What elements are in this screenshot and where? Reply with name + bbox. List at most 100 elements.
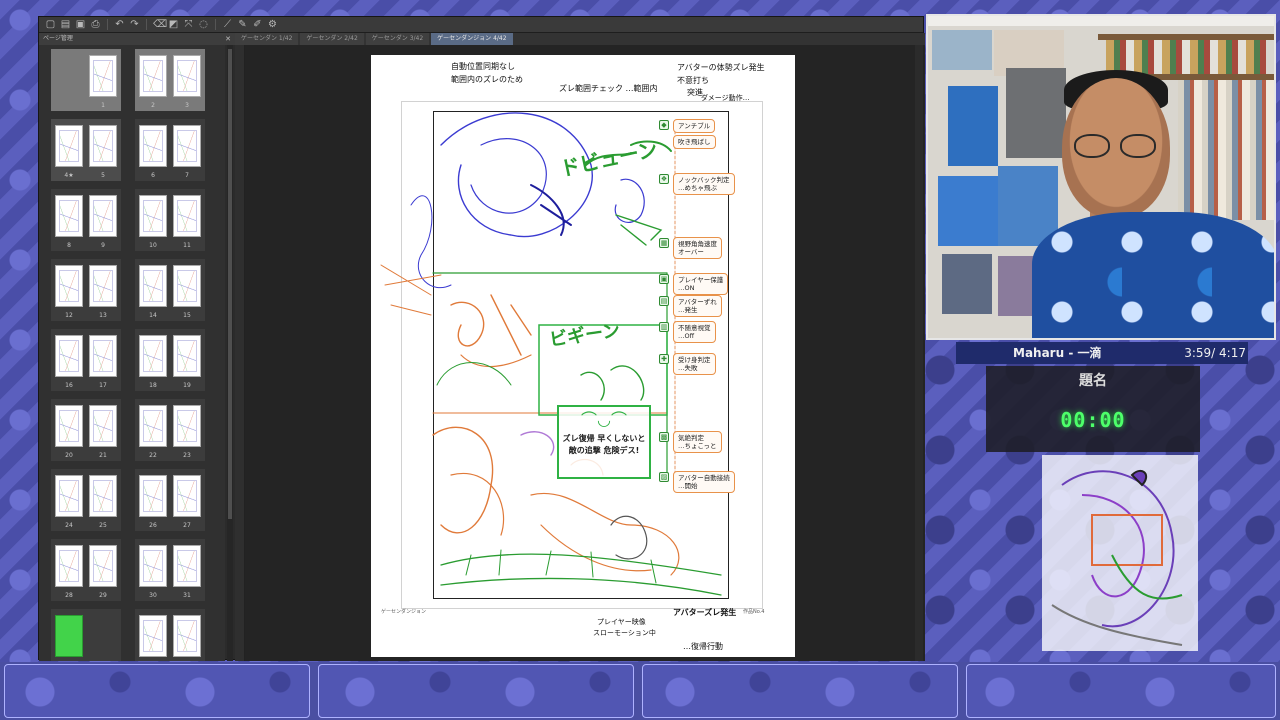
page-thumbnail[interactable] — [89, 195, 117, 237]
page-thumbnail[interactable] — [89, 265, 117, 307]
page-thumbnail[interactable] — [89, 125, 117, 167]
page-thumbnail-list: 1 2 3 4★ 5 6 7 8 9 10 11 12 13 14 15 16 17 18 19 20 21 22 23 24… — [39, 45, 225, 661]
page-spread[interactable]: 4★ 5 — [51, 119, 121, 181]
track-title: Maharu - 一滴 — [1013, 346, 1102, 360]
ruler-icon[interactable]: ⟋ — [222, 19, 233, 30]
page-thumbnail[interactable] — [139, 195, 167, 237]
settings-icon[interactable]: ⚙ — [267, 19, 278, 30]
page-manager-label: ページ管理 — [43, 35, 73, 42]
new-file-icon[interactable]: ▢ — [45, 19, 56, 30]
annotation-icon: ▤ — [659, 296, 669, 306]
page-thumbnail[interactable] — [55, 475, 83, 517]
clear-icon[interactable]: ⌫ — [153, 19, 167, 30]
page-thumbnail[interactable] — [139, 335, 167, 377]
page-thumbnail[interactable] — [89, 405, 117, 447]
page-manager-tab[interactable]: ページ管理 ✕ — [39, 33, 235, 45]
document-tab[interactable]: ゲーセンダン 2/42 — [300, 33, 364, 45]
page-footer-right: 作品No.4 — [743, 609, 765, 615]
page-thumbnail[interactable] — [89, 475, 117, 517]
page-thumbnail[interactable] — [139, 405, 167, 447]
manuscript-page[interactable]: 自動位置同期なし 範囲内のズレのため ズレ範囲チェック …範囲内 アバターの体勢… — [371, 55, 795, 657]
open-file-icon[interactable]: ▤ — [60, 19, 71, 30]
page-thumbnail[interactable] — [173, 55, 201, 97]
page-thumbnail[interactable] — [173, 265, 201, 307]
page-spread[interactable] — [135, 609, 205, 661]
annotation-note: ノックバック判定 …めちゃ飛ぶ — [673, 173, 735, 195]
document-tab[interactable]: ゲーセンダン 1/42 — [235, 33, 299, 45]
undo-icon[interactable]: ↶ — [114, 19, 125, 30]
pen-icon[interactable]: ✎ — [237, 19, 248, 30]
annotation-icon: ✚ — [659, 354, 669, 364]
canvas-area[interactable]: 自動位置同期なし 範囲内のズレのため ズレ範囲チェック …範囲内 アバターの体勢… — [245, 45, 925, 661]
page-thumbnail[interactable] — [139, 615, 167, 657]
page-spread[interactable]: 89 — [51, 189, 121, 251]
page-spread[interactable]: 18 19 — [135, 329, 205, 391]
footer-panel — [4, 664, 310, 718]
page-thumbnail[interactable] — [139, 55, 167, 97]
page-thumbnail[interactable] — [89, 335, 117, 377]
page-thumbnail[interactable] — [55, 615, 83, 657]
page-spread[interactable]: 28 29 — [51, 539, 121, 601]
page-thumbnail[interactable] — [55, 545, 83, 587]
page-number-label: 5 — [101, 172, 105, 179]
page-number-label: 6 — [151, 172, 155, 179]
page-spread[interactable]: 24 25 — [51, 469, 121, 531]
page-thumbnail[interactable] — [173, 615, 201, 657]
page-number-label: 27 — [183, 522, 191, 529]
page-thumbnail[interactable] — [173, 335, 201, 377]
page-thumbnail[interactable] — [173, 475, 201, 517]
page-thumbnail[interactable] — [173, 545, 201, 587]
page-spread[interactable]: 20 21 — [51, 399, 121, 461]
page-spread[interactable]: 1 — [51, 49, 121, 111]
page-number-label: 23 — [183, 452, 191, 459]
timer-value: 00:00 — [1060, 408, 1126, 432]
deselect-icon[interactable]: ◌ — [198, 19, 209, 30]
page-spread[interactable]: 26 27 — [135, 469, 205, 531]
document-tab[interactable]: ゲーセンダンジョン 4/42 — [431, 33, 513, 45]
page-spread[interactable]: 67 — [135, 119, 205, 181]
page-spread[interactable]: 23 — [135, 49, 205, 111]
page-thumbnail[interactable] — [173, 195, 201, 237]
page-spread[interactable]: 12 13 — [51, 259, 121, 321]
page-number-label: 14 — [149, 312, 157, 319]
page-number-label: 7 — [185, 172, 189, 179]
page-spread[interactable]: 16 17 — [51, 329, 121, 391]
page-thumbnail[interactable] — [55, 195, 83, 237]
close-icon[interactable]: ✕ — [225, 33, 231, 45]
redo-icon[interactable]: ↷ — [129, 19, 140, 30]
transform-icon[interactable]: ⤧ — [183, 19, 194, 30]
page-thumbnail[interactable] — [173, 125, 201, 167]
brush-icon[interactable]: ✐ — [252, 19, 263, 30]
save-icon[interactable]: ▣ — [75, 19, 86, 30]
page-thumbnail[interactable] — [89, 545, 117, 587]
page-thumbnail[interactable] — [55, 335, 83, 377]
canvas-scrollbar[interactable] — [915, 45, 923, 661]
page-spread[interactable]: 22 23 — [135, 399, 205, 461]
toolbar-divider — [107, 19, 108, 30]
annotation-icon: ▨ — [659, 472, 669, 482]
page-spread[interactable]: 14 15 — [135, 259, 205, 321]
blank-page-slot — [55, 55, 83, 97]
page-thumbnail[interactable] — [55, 265, 83, 307]
page-thumbnail[interactable] — [173, 405, 201, 447]
page-thumbnail[interactable] — [89, 55, 117, 97]
page-thumbnail[interactable] — [139, 125, 167, 167]
document-tab[interactable]: ゲーセンダン 3/42 — [365, 33, 430, 45]
annotation-note: アバター自動接続 …開始 — [673, 471, 735, 493]
page-number-label: 30 — [149, 592, 157, 599]
page-spread[interactable] — [51, 609, 121, 661]
page-thumbnail[interactable] — [139, 545, 167, 587]
annotation-note: 吹き飛ばし — [673, 135, 716, 149]
document-tabs: ゲーセンダン 1/42 ゲーセンダン 2/42 ゲーセンダン 3/42 ゲーセンダンジ… — [235, 33, 925, 45]
page-thumbnail[interactable] — [55, 405, 83, 447]
page-list-scrollbar[interactable] — [227, 45, 233, 661]
page-thumbnail[interactable] — [139, 475, 167, 517]
scrollbar-thumb[interactable] — [228, 49, 232, 519]
page-thumbnail[interactable] — [55, 125, 83, 167]
fill-icon[interactable]: ◩ — [168, 19, 179, 30]
annotation-note: 不随意視覚 …Off — [673, 321, 716, 343]
print-icon[interactable]: ⎙ — [90, 19, 101, 30]
page-spread[interactable]: 10 11 — [135, 189, 205, 251]
page-spread[interactable]: 30 31 — [135, 539, 205, 601]
page-thumbnail[interactable] — [139, 265, 167, 307]
